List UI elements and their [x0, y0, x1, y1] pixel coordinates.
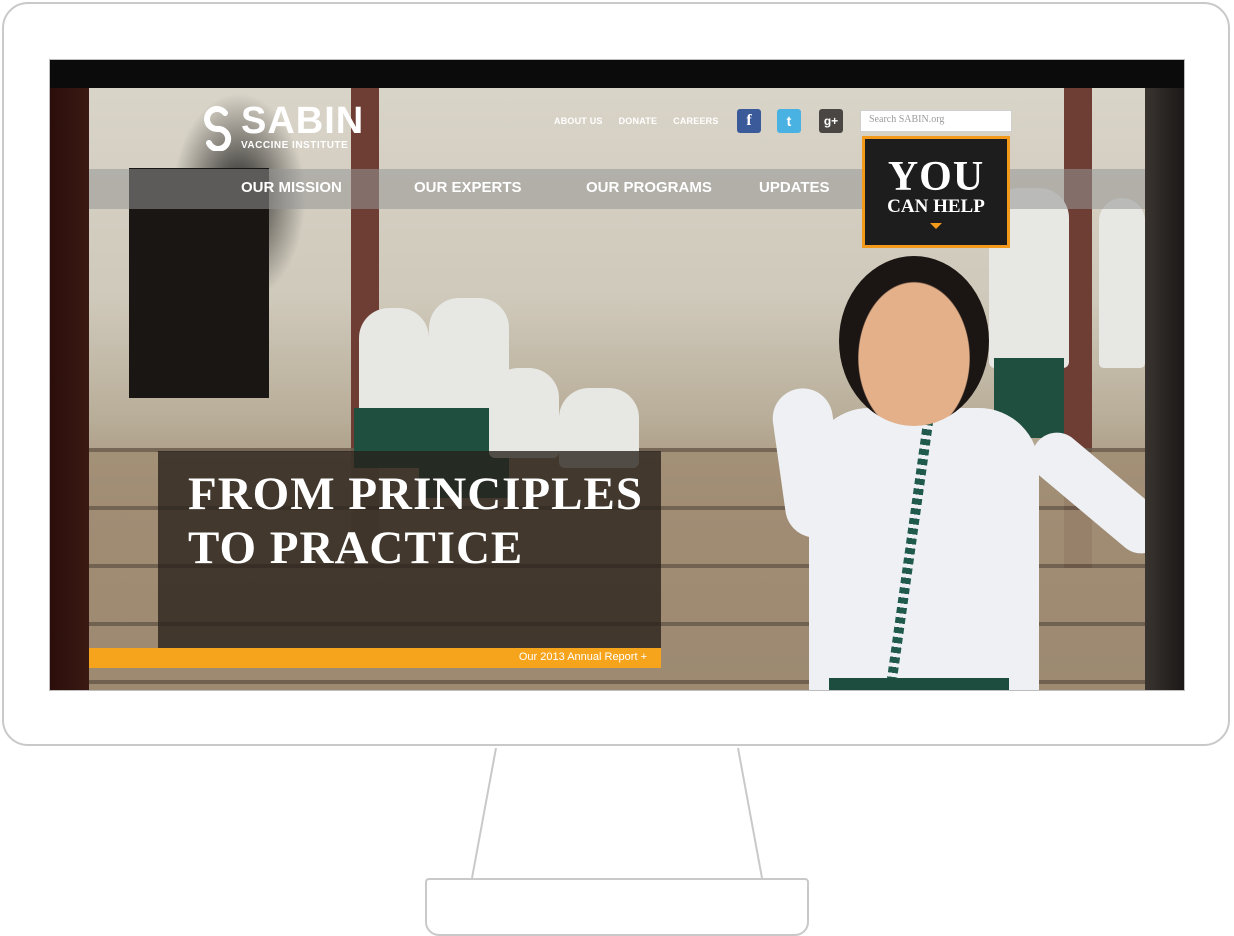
caret-down-icon: [930, 223, 942, 229]
google-plus-icon[interactable]: g+: [819, 109, 843, 133]
sabin-logo[interactable]: SABIN VACCINE INSTITUTE: [199, 102, 364, 151]
cta-line-1: YOU: [887, 154, 985, 200]
monitor-base: [425, 878, 809, 936]
cta-line-2: CAN HELP: [887, 196, 985, 217]
util-link-careers[interactable]: CAREERS: [673, 116, 718, 126]
site-header: SABIN VACCINE INSTITUTE ABOUT US DONATE …: [89, 88, 1145, 248]
annual-report-bar[interactable]: Our 2013 Annual Report +: [89, 648, 661, 668]
brand-name: SABIN: [241, 100, 365, 142]
hero-title: FROM PRINCIPLES TO PRACTICE: [188, 468, 643, 574]
nav-our-mission[interactable]: OUR MISSION: [241, 179, 342, 196]
monitor-stand: [471, 748, 763, 879]
util-link-about-us[interactable]: ABOUT US: [554, 116, 603, 126]
screen: SABIN VACCINE INSTITUTE ABOUT US DONATE …: [49, 59, 1185, 691]
scene-left-edge: [50, 88, 90, 690]
scene-right-edge: [1144, 88, 1184, 690]
sabin-logo-icon: [199, 103, 235, 151]
facebook-icon[interactable]: f: [737, 109, 761, 133]
search-input[interactable]: Search SABIN.org: [860, 110, 1012, 132]
nav-our-experts[interactable]: OUR EXPERTS: [414, 179, 522, 196]
annual-report-link[interactable]: Our 2013 Annual Report +: [519, 651, 647, 663]
util-link-donate[interactable]: DONATE: [619, 116, 658, 126]
twitter-icon[interactable]: t: [777, 109, 801, 133]
utility-nav: ABOUT US DONATE CAREERS: [554, 116, 719, 126]
hero-photo: SABIN VACCINE INSTITUTE ABOUT US DONATE …: [89, 88, 1145, 690]
nav-updates[interactable]: UPDATES: [759, 179, 830, 196]
you-can-help-button[interactable]: YOU CAN HELP: [862, 136, 1010, 248]
nav-our-programs[interactable]: OUR PROGRAMS: [586, 179, 712, 196]
hero-caption: FROM PRINCIPLES TO PRACTICE: [158, 451, 661, 648]
brand-subtitle: VACCINE INSTITUTE: [241, 140, 349, 151]
